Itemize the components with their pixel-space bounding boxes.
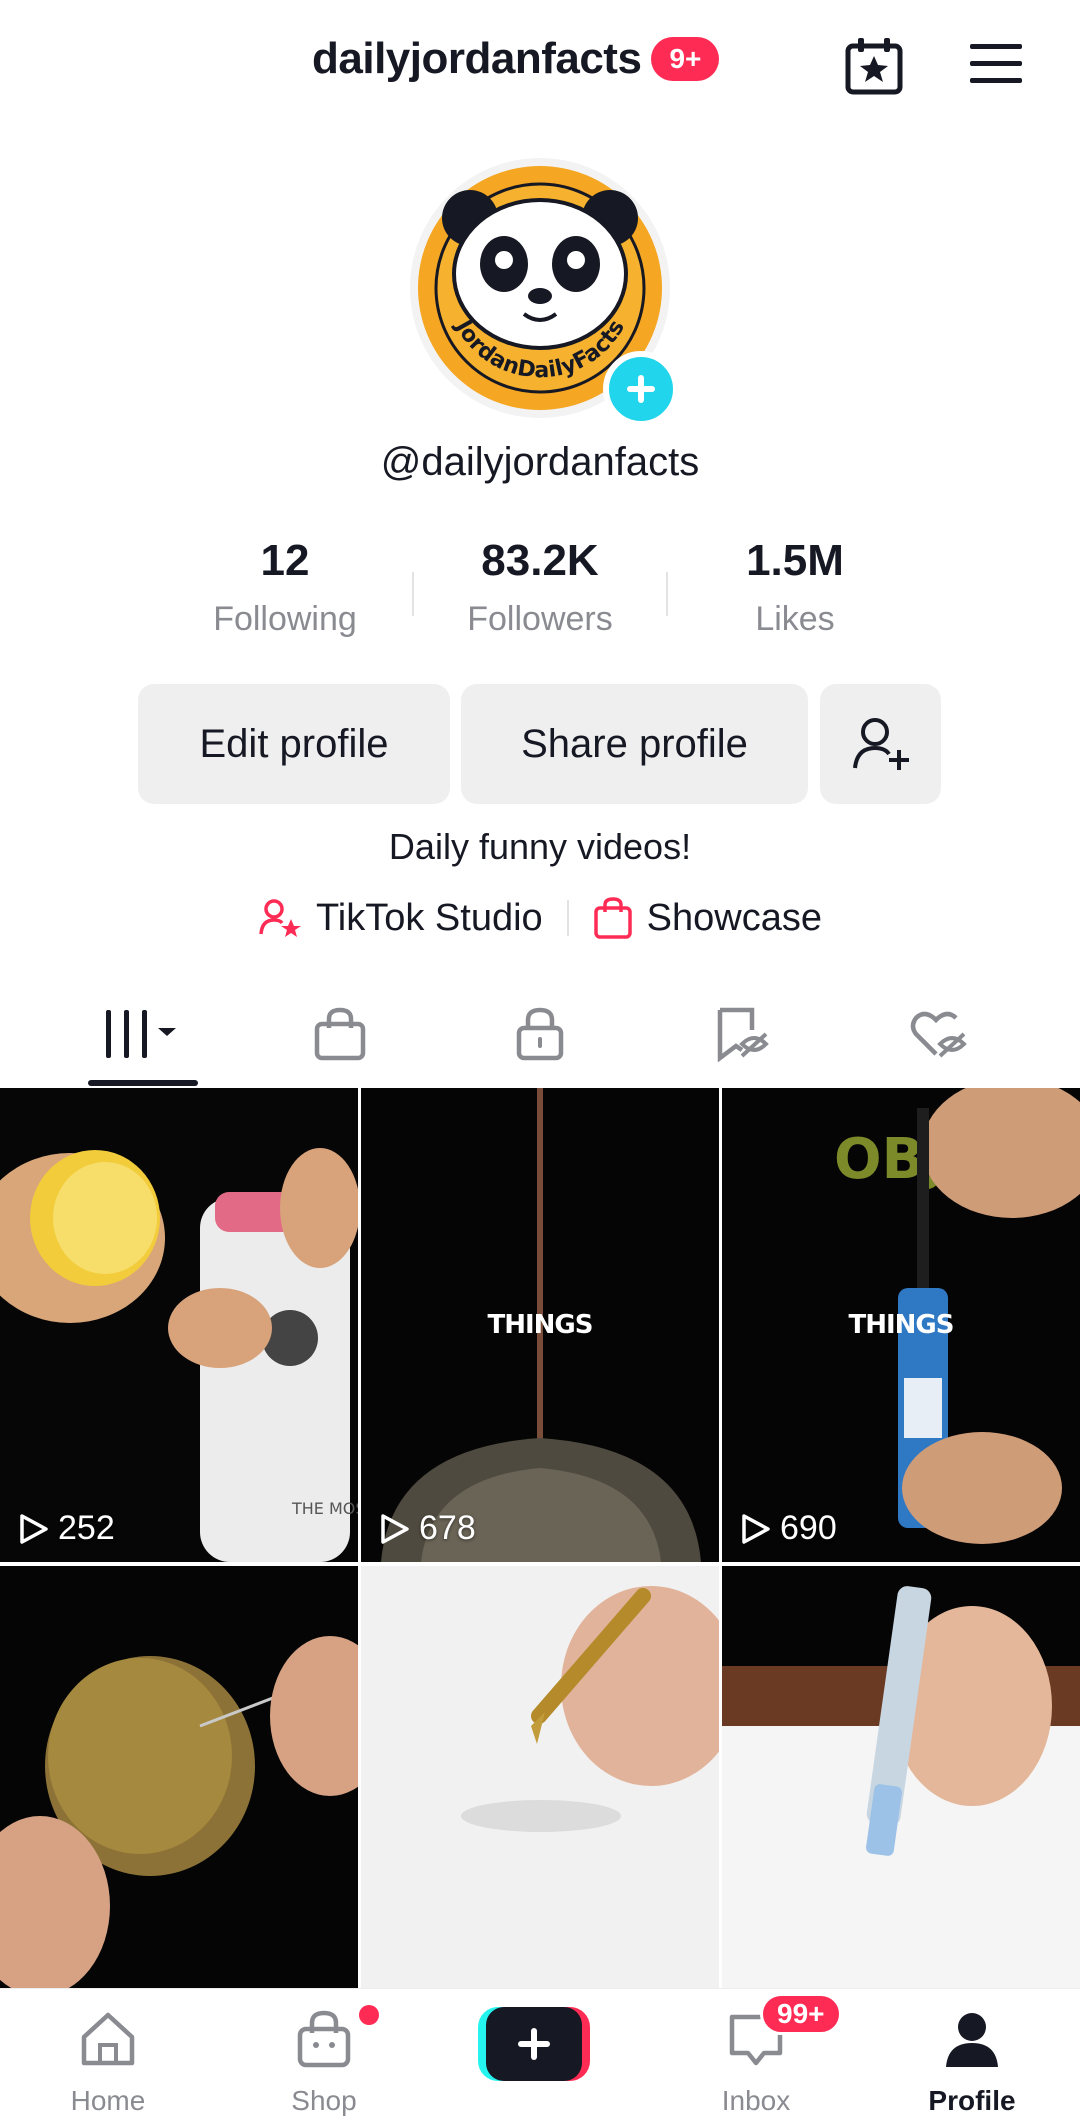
liked-hidden-icon [910,1011,967,1058]
shopping-bag-icon [314,1007,366,1061]
video-overlay-text: THINGS [487,1310,594,1340]
tab-videos[interactable] [34,980,250,1088]
nav-profile[interactable]: Profile [864,1989,1080,2122]
showcase-label: Showcase [646,896,822,939]
hamburger-menu-icon[interactable] [968,40,1024,88]
kiwi-needle-thumbnail [0,1636,358,1988]
create-plus-icon [478,2007,590,2081]
tab-liked[interactable] [830,980,1046,1088]
video-thumbnail[interactable]: THINGS 678 [361,1088,719,1562]
tab-saved[interactable] [634,980,850,1088]
tab-private[interactable] [432,980,648,1088]
notification-badge: 9+ [651,37,720,81]
can-text: THE MOS VERSAT [291,1499,358,1518]
profile-handle: @dailyjordanfacts [380,440,700,484]
add-friends-button[interactable] [820,684,941,804]
profile-stats: 12 Following 83.2K Followers 1.5M Likes [160,536,920,646]
stat-divider [666,572,668,616]
view-count: 678 [377,1509,476,1548]
profile-bio: Daily funny videos! [388,826,692,867]
view-count-value: 252 [58,1509,115,1547]
link-divider [566,900,569,936]
following-count: 12 [260,536,310,585]
profile-links: TikTok Studio Showcase [0,896,1080,940]
shopping-bag-icon [593,897,632,939]
followers-label: Followers [467,600,613,638]
active-tab-indicator [88,1080,198,1086]
nav-shop-label: Shop [291,2085,357,2116]
nav-inbox-label: Inbox [721,2085,791,2116]
nav-home[interactable]: Home [0,1989,216,2122]
video-thumbnail[interactable]: THE MOS VERSAT 252 [0,1088,358,1562]
profile-tabs [0,980,1080,1088]
view-count: 690 [738,1509,837,1548]
likes-stat[interactable]: 1.5M Likes [670,536,920,639]
following-label: Following [213,600,357,638]
lemon-spray-thumbnail: THE MOS VERSAT [0,1148,358,1562]
following-stat[interactable]: 12 Following [160,536,410,639]
nav-profile-label: Profile [928,2085,1016,2116]
tiktok-studio-link[interactable]: TikTok Studio [258,896,543,940]
share-profile-button[interactable]: Share profile [461,684,808,804]
video-thumbnail[interactable] [361,1566,719,1988]
video-overlay-text: THINGS [848,1310,955,1340]
person-star-icon [259,899,301,937]
view-count-value: 690 [780,1509,837,1547]
followers-stat[interactable]: 83.2K Followers [415,536,665,639]
view-count-value: 678 [419,1509,476,1547]
fountain-pen-thumbnail [361,1566,719,1988]
avatar[interactable]: JordanDailyFacts [408,156,679,427]
likes-count: 1.5M [746,536,844,585]
play-icon [742,1513,770,1544]
username-title: dailyjordanfacts [312,34,642,83]
top-bar: dailyjordanfacts 9+ [0,0,1080,130]
add-person-icon [852,718,909,770]
nav-inbox[interactable]: 99+ Inbox [648,1989,864,2122]
likes-label: Likes [755,600,835,638]
play-icon [381,1513,409,1544]
paint-marker-thumbnail [722,1566,1080,1988]
profile-person-icon [946,2013,998,2067]
home-icon [81,2012,135,2066]
video-thumbnail[interactable] [0,1566,358,1988]
video-thumbnail[interactable] [722,1566,1080,1988]
shop-notification-dot [359,2005,379,2025]
shop-bag-icon [297,2010,351,2068]
video-thumbnail[interactable]: OBJE THINGS 690 [722,1088,1080,1562]
nav-create[interactable] [432,1989,648,2122]
stat-divider [412,572,414,616]
videos-grid-icon [106,1010,176,1058]
view-count: 252 [16,1509,115,1548]
bottom-navigation: Home Shop 99+ Inbox Profile [0,1988,1080,2122]
calendar-star-icon[interactable] [842,34,906,98]
tab-shop[interactable] [232,980,448,1088]
nav-home-label: Home [70,2085,146,2116]
lock-icon [516,1007,564,1061]
edit-profile-button[interactable]: Edit profile [138,684,450,804]
account-switcher[interactable]: dailyjordanfacts 9+ [312,34,720,84]
showcase-link[interactable]: Showcase [593,896,822,940]
followers-count: 83.2K [481,536,599,585]
add-story-plus-icon[interactable] [603,351,679,427]
nav-shop[interactable]: Shop [216,1989,432,2122]
play-icon [20,1513,48,1544]
inbox-badge: 99+ [760,1993,842,2035]
tiktok-studio-label: TikTok Studio [315,896,543,939]
bookmark-hidden-icon [717,1007,769,1062]
